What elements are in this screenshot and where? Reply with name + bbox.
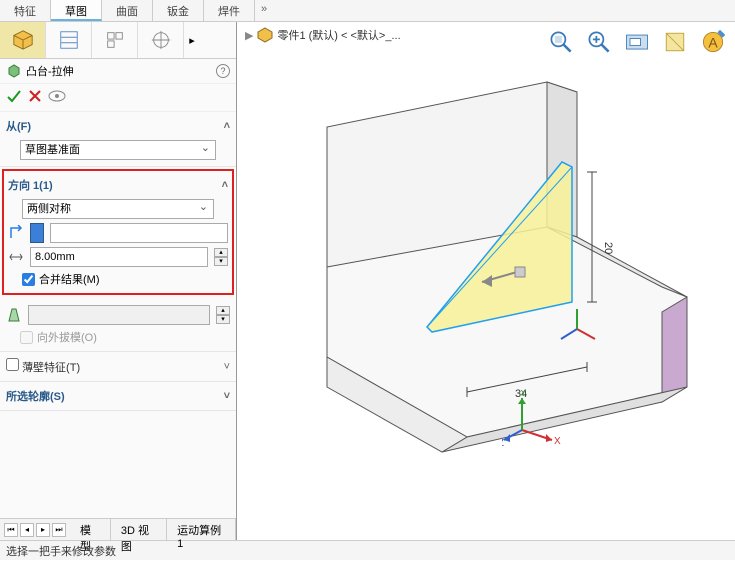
model-render: 20 34 <box>267 67 727 487</box>
part-name: 零件1 (默认) < <默认>_... <box>277 27 400 43</box>
highlight-box: 方向 1(1) ˄ 两侧对称 ▴▾ 合并结果(M) <box>2 169 234 295</box>
thin-feature-checkbox[interactable] <box>6 358 19 371</box>
motion-tabs: ⏮ ◂ ▸ ⏭ 模型 3D 视图 运动算例 1 <box>0 518 236 540</box>
feature-manager-icon[interactable] <box>0 22 46 58</box>
manager-switch: ▸ <box>0 22 236 59</box>
property-manager-icon[interactable] <box>46 22 92 58</box>
chevron-up-icon[interactable]: ˄ <box>222 179 228 191</box>
from-section: 从(F) ˄ 草图基准面 <box>0 112 236 167</box>
thin-feature-label: 薄壁特征(T) <box>22 362 80 374</box>
tab-first-icon[interactable]: ⏮ <box>4 523 18 537</box>
tab-next-icon[interactable]: ▸ <box>36 523 50 537</box>
direction-label: 方向 1(1) <box>8 177 53 193</box>
tab-sketch[interactable]: 草图 <box>51 0 102 21</box>
svg-text:X: X <box>554 436 561 447</box>
appearance-icon[interactable]: A <box>699 28 727 59</box>
extrude-icon <box>6 63 22 79</box>
tab-model[interactable]: 模型 <box>70 519 111 540</box>
dimxpert-manager-icon[interactable] <box>138 22 184 58</box>
accept-bar <box>0 84 236 112</box>
tab-motion[interactable]: 运动算例 1 <box>167 519 236 540</box>
cancel-icon[interactable] <box>28 89 42 106</box>
draft-angle-input <box>28 305 210 325</box>
draft-icon[interactable] <box>6 307 22 323</box>
property-manager: ▸ 凸台-拉伸 ? 从(F) ˄ 草图基准面 方向 1(1) ˄ 两侧对称 <box>0 22 237 540</box>
svg-text:Z: Z <box>502 438 504 449</box>
draft-outward-label: 向外拔模(O) <box>37 329 97 345</box>
reverse-direction-icon[interactable] <box>8 225 24 241</box>
tab-weldment[interactable]: 焊件 <box>204 0 255 21</box>
feature-title: 凸台-拉伸 <box>26 63 74 79</box>
from-dropdown[interactable]: 草图基准面 <box>20 140 216 160</box>
chevron-up-icon[interactable]: ˄ <box>224 120 230 132</box>
manager-overflow[interactable]: ▸ <box>184 22 200 58</box>
zoom-fit-icon[interactable] <box>547 28 575 59</box>
spin-up-icon[interactable]: ▴ <box>216 306 230 315</box>
tab-3dview[interactable]: 3D 视图 <box>111 519 167 540</box>
command-tabs: 特征 草图 曲面 钣金 焊件 » <box>0 0 735 22</box>
chevron-down-icon[interactable]: ˅ <box>224 361 230 373</box>
tab-surface[interactable]: 曲面 <box>102 0 153 21</box>
direction-vector-selector[interactable] <box>30 223 44 243</box>
accept-icon[interactable] <box>6 88 22 107</box>
spin-up-icon[interactable]: ▴ <box>214 248 228 257</box>
part-icon <box>257 27 273 43</box>
feature-header: 凸台-拉伸 ? <box>0 59 236 84</box>
merge-label: 合并结果(M) <box>39 271 100 287</box>
dim-depth: 20 <box>602 242 614 254</box>
svg-text:A: A <box>708 34 718 50</box>
flyout-tree[interactable]: ▶ 零件1 (默认) < <默认>_... <box>245 27 401 43</box>
spin-down-icon[interactable]: ▾ <box>214 257 228 266</box>
tab-last-icon[interactable]: ⏭ <box>52 523 66 537</box>
depth-icon <box>8 249 24 265</box>
expand-icon[interactable]: ▶ <box>245 29 253 42</box>
merge-checkbox[interactable] <box>22 273 35 286</box>
tab-overflow[interactable]: » <box>255 0 273 21</box>
draft-outward-row[interactable]: 向外拔模(O) <box>20 329 230 345</box>
zoom-area-icon[interactable] <box>585 28 613 59</box>
graphics-area[interactable]: ▶ 零件1 (默认) < <默认>_... A <box>237 22 735 540</box>
configuration-manager-icon[interactable] <box>92 22 138 58</box>
depth-input[interactable] <box>30 247 208 267</box>
spin-down-icon[interactable]: ▾ <box>216 315 230 324</box>
draft-outward-checkbox <box>20 331 33 344</box>
tab-prev-icon[interactable]: ◂ <box>20 523 34 537</box>
selected-contours-label: 所选轮廓(S) <box>6 388 65 404</box>
heads-up-toolbar: A <box>547 28 727 59</box>
reference-triad: X Y Z <box>502 390 562 450</box>
direction-vector-field[interactable] <box>50 223 228 243</box>
end-condition-dropdown[interactable]: 两侧对称 <box>22 199 214 219</box>
tab-sheetmetal[interactable]: 钣金 <box>153 0 204 21</box>
previous-view-icon[interactable] <box>623 28 651 59</box>
chevron-down-icon[interactable]: ˅ <box>224 390 230 402</box>
status-text: 选择一把手来修改参数 <box>6 546 116 558</box>
svg-text:Y: Y <box>520 390 527 399</box>
merge-result-row[interactable]: 合并结果(M) <box>22 271 228 287</box>
status-bar: 选择一把手来修改参数 <box>0 540 735 560</box>
section-view-icon[interactable] <box>661 28 689 59</box>
detailed-preview-icon[interactable] <box>48 90 66 105</box>
tab-features[interactable]: 特征 <box>0 0 51 21</box>
help-icon[interactable]: ? <box>216 64 230 78</box>
from-label: 从(F) <box>6 118 31 134</box>
